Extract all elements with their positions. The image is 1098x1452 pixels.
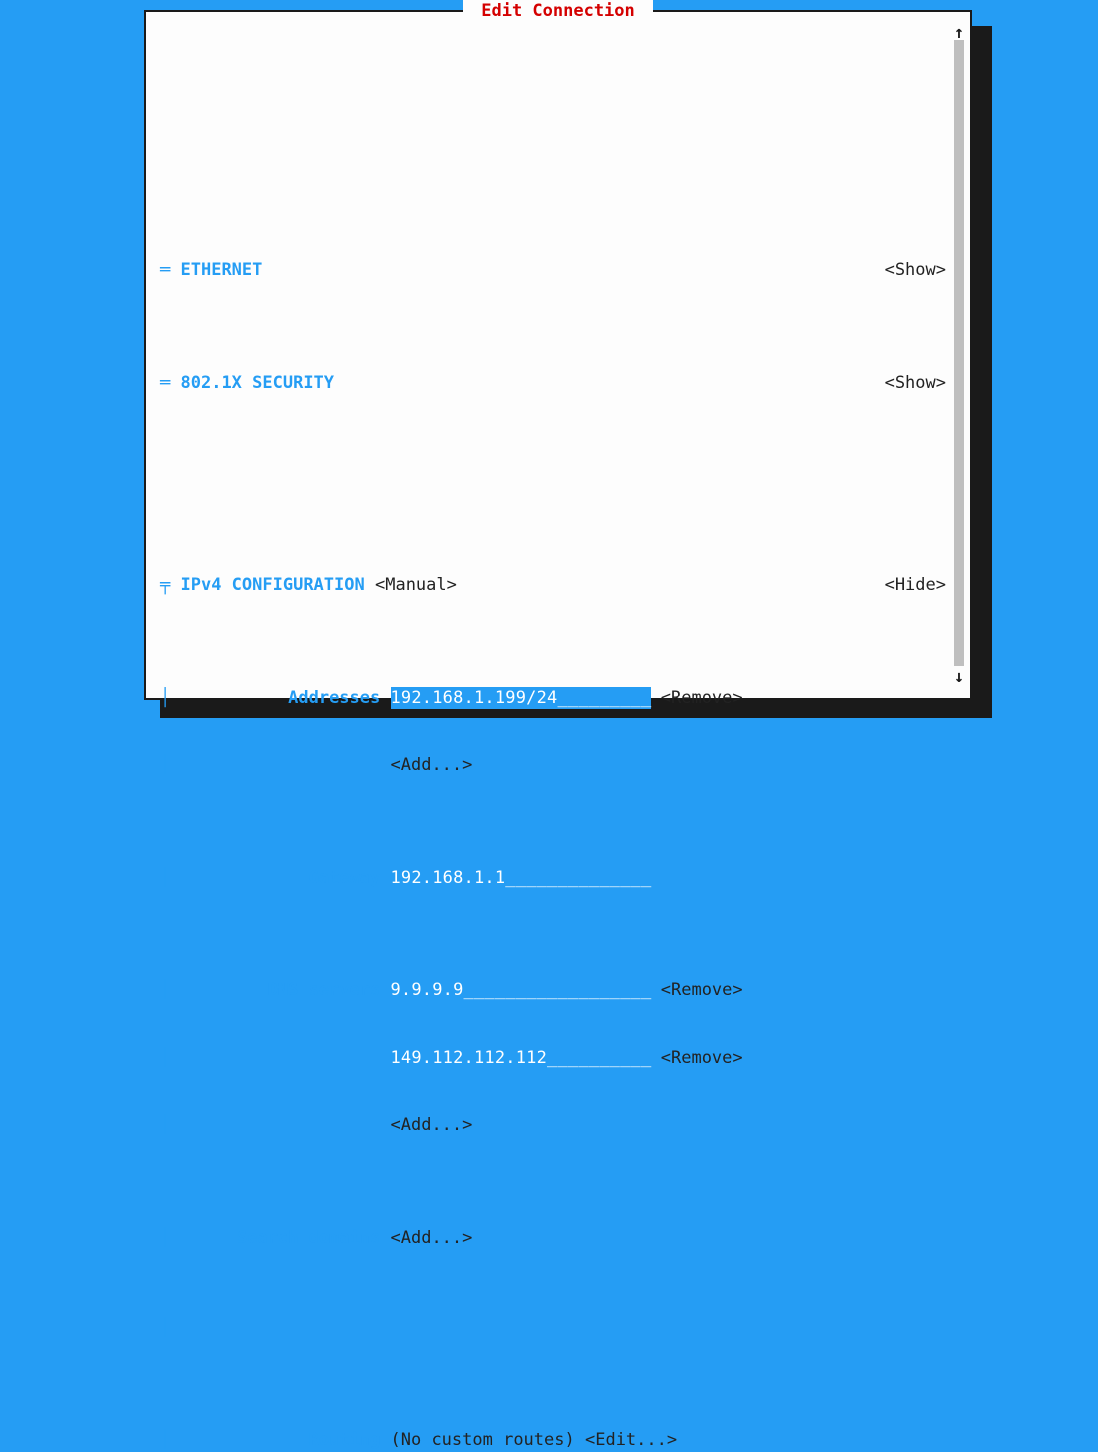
tree-glyph: │ [160,1429,170,1452]
scroll-down-arrow[interactable]: ↓ [953,666,965,689]
section-dot1x-label[interactable]: 802.1X SECURITY [170,372,334,395]
ipv4-address-remove-0[interactable]: <Remove> [661,687,743,710]
tree-glyph: │ [160,979,170,1002]
scrollbar[interactable] [954,40,964,670]
ipv4-dns-add[interactable]: <Add...> [391,1114,473,1137]
tree-glyph: ╤ [160,574,170,597]
tree-glyph: │ [160,1227,170,1250]
ipv4-dns-label: DNS servers [170,979,380,1002]
tree-glyph: ═ [160,372,170,395]
section-ipv4-label[interactable]: IPv4 CONFIGURATION [170,574,364,597]
tree-glyph: │ [160,1317,170,1340]
tree-glyph: │ [160,867,170,890]
ipv4-gateway-label: Gateway [170,867,380,890]
section-ethernet-toggle[interactable]: <Show> [885,259,946,282]
ipv4-dns-input-1[interactable]: 149.112.112.112__________ [391,1047,651,1070]
ipv4-mode-select[interactable]: <Manual> [375,574,457,597]
ipv4-addresses-label: Addresses [170,687,380,710]
ipv4-routing-value: (No custom routes) [391,1429,575,1452]
tree-glyph: │ [160,754,170,777]
dialog-title: Edit Connection [463,0,653,23]
tree-glyph: ═ [160,259,170,282]
ipv4-dns-remove-0[interactable]: <Remove> [661,979,743,1002]
ipv4-gateway-input[interactable]: 192.168.1.1______________ [391,867,651,890]
ipv4-address-input-0[interactable]: 192.168.1.199/24_________ [391,687,651,710]
tree-glyph: │ [160,687,170,710]
tree-glyph: │ [160,1047,170,1070]
section-ipv4-toggle[interactable]: <Hide> [885,574,946,597]
ipv4-routing-label: Routing [170,1429,380,1452]
edit-connection-dialog: Edit Connection ↑ ↓ ═ ETHERNET <Show> ═ … [144,10,972,700]
ipv4-address-add[interactable]: <Add...> [391,754,473,777]
ipv4-dns-input-0[interactable]: 9.9.9.9__________________ [391,979,651,1002]
section-dot1x-toggle[interactable]: <Show> [885,372,946,395]
ipv4-dns-remove-1[interactable]: <Remove> [661,1047,743,1070]
section-ethernet-label[interactable]: ETHERNET [170,259,262,282]
ipv4-search-domains-add[interactable]: <Add...> [391,1227,473,1250]
ipv4-routing-edit[interactable]: <Edit...> [585,1429,677,1452]
tree-glyph: │ [160,1114,170,1137]
ipv4-search-domains-label: Search domains [170,1227,380,1250]
dialog-content: ═ ETHERNET <Show> ═ 802.1X SECURITY <Sho… [160,34,946,688]
